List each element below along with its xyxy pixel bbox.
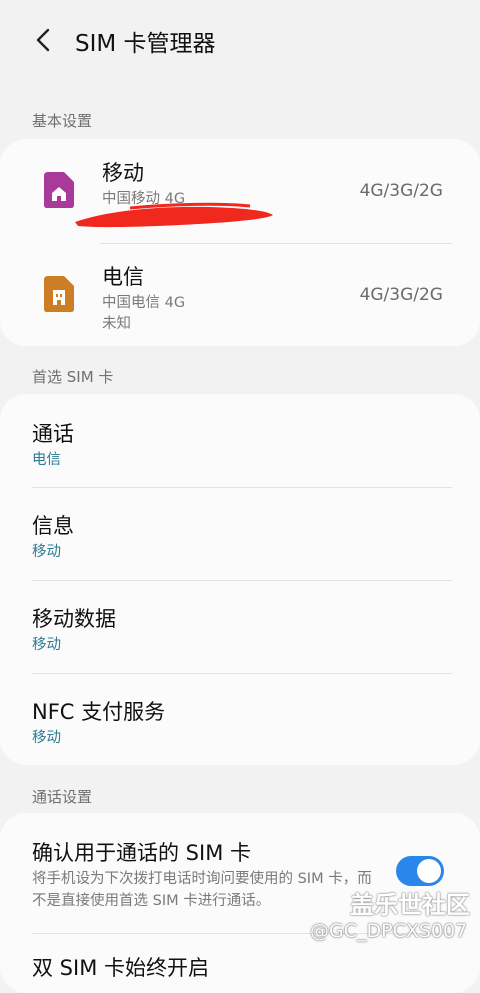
pref-value: 移动	[32, 637, 61, 653]
sim-carrier: 中国电信 4G	[102, 295, 186, 311]
pref-value: 电信	[32, 452, 61, 468]
pref-title: 通话	[32, 422, 74, 446]
pref-item-calls[interactable]: 通话 电信	[0, 394, 480, 487]
section-header-basic: 基本设置	[32, 112, 93, 130]
pref-title: NFC 支付服务	[32, 700, 166, 724]
pref-title: 信息	[32, 514, 74, 538]
pref-item-messages[interactable]: 信息 移动	[0, 488, 480, 580]
toggle-knob	[417, 859, 441, 883]
section-header-preferred: 首选 SIM 卡	[32, 368, 114, 386]
pref-value: 移动	[32, 730, 61, 746]
confirm-sim-toggle[interactable]	[396, 856, 444, 886]
sim-card-icon	[44, 276, 74, 312]
setting-title: 确认用于通话的 SIM 卡	[32, 841, 251, 865]
pref-value: 移动	[32, 544, 61, 560]
back-arrow-icon	[36, 28, 50, 52]
watermark-handle: @GC_DPCXS007	[310, 920, 468, 942]
top-app-bar: SIM 卡管理器	[0, 0, 480, 82]
dual-sim-always-on-item[interactable]: 双 SIM 卡始终开启	[32, 952, 209, 982]
section-header-call-settings: 通话设置	[32, 788, 93, 806]
page-title: SIM 卡管理器	[75, 31, 216, 57]
sim-list-card: 移动 中国移动 4G 4G/3G/2G 电信 中国电信 4G 未知 4G/3G/…	[0, 139, 480, 346]
sim-status: 未知	[102, 316, 131, 332]
pref-item-mobile-data[interactable]: 移动数据 移动	[0, 581, 480, 673]
sim-network-type: 4G/3G/2G	[359, 181, 443, 201]
setting-description: 将手机设为下次拨打电话时询问要使用的 SIM 卡，而不是直接使用首选 SIM 卡…	[32, 871, 372, 909]
sim-network-type: 4G/3G/2G	[359, 285, 443, 305]
back-button[interactable]	[28, 22, 58, 58]
pref-item-nfc-payment[interactable]: NFC 支付服务 移动	[0, 674, 480, 765]
preferred-sim-card: 通话 电信 信息 移动 移动数据 移动 NFC 支付服务 移动	[0, 394, 480, 765]
pref-title: 移动数据	[32, 607, 116, 631]
sim-item-2[interactable]: 电信 中国电信 4G 未知 4G/3G/2G	[0, 244, 480, 346]
redaction-scribble	[75, 202, 273, 228]
sim-name: 移动	[102, 161, 144, 185]
watermark-logo-text: 盖乐世社区	[350, 891, 470, 919]
sim-name: 电信	[102, 265, 144, 289]
